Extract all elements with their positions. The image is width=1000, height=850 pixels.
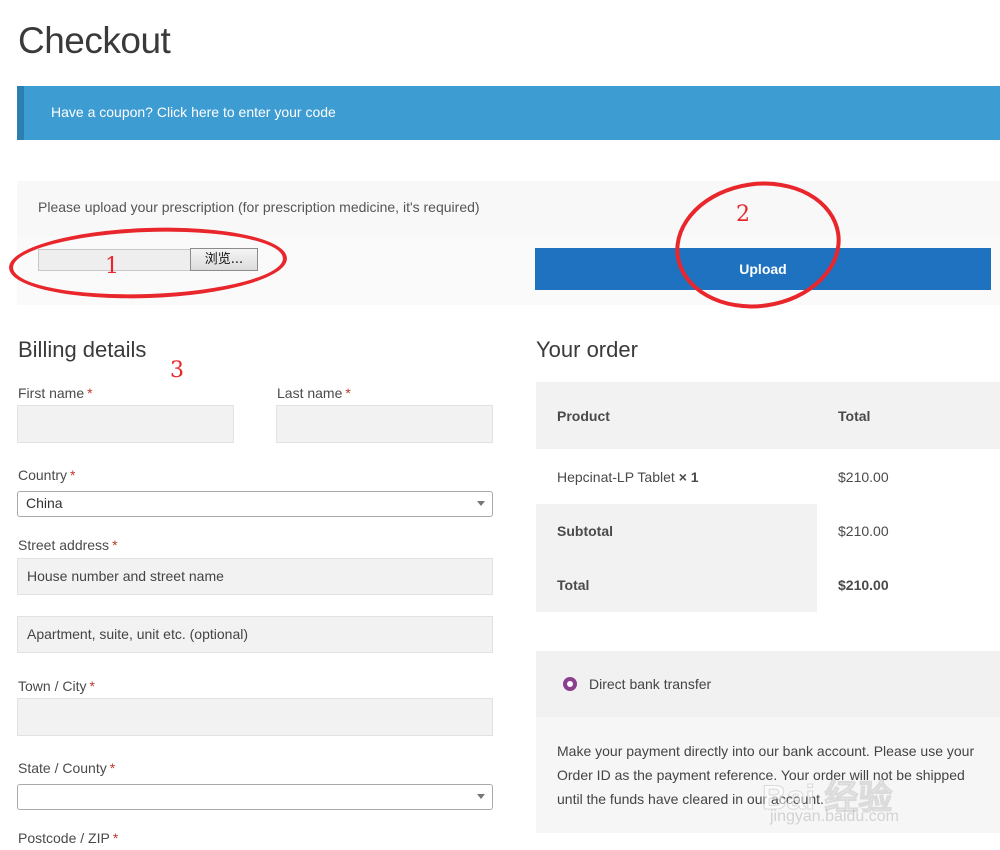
total-label: Total xyxy=(557,577,590,593)
state-label-text: State / County xyxy=(18,760,107,776)
watermark-url: jingyan.baidu.com xyxy=(770,808,899,825)
header-product: Product xyxy=(557,408,610,424)
country-select[interactable]: China xyxy=(17,491,493,517)
street-address-placeholder: House number and street name xyxy=(27,568,224,584)
subtotal-value: $210.00 xyxy=(838,523,889,539)
state-label: State / County * xyxy=(18,760,115,776)
last-name-label: Last name * xyxy=(277,385,351,401)
item-name-text: Hepcinat-LP Tablet xyxy=(557,469,675,485)
required-marker: * xyxy=(89,678,95,694)
order-totals-label-column: Subtotal Total xyxy=(536,504,817,612)
chevron-down-icon xyxy=(477,501,485,506)
order-title: Your order xyxy=(536,337,638,362)
country-select-value: China xyxy=(26,495,63,511)
country-label: Country * xyxy=(18,467,75,483)
country-label-text: Country xyxy=(18,467,68,483)
coupon-link[interactable]: Have a coupon? Click here to enter your … xyxy=(51,104,336,120)
city-label-text: Town / City xyxy=(18,678,87,694)
required-marker: * xyxy=(70,467,76,483)
first-name-label-text: First name xyxy=(18,385,85,401)
billing-title: Billing details xyxy=(18,337,147,362)
item-total: $210.00 xyxy=(838,469,889,485)
required-marker: * xyxy=(109,760,116,776)
annotation-number-1: 1 xyxy=(105,254,119,279)
apartment-input[interactable]: Apartment, suite, unit etc. (optional) xyxy=(17,616,493,653)
street-label-text: Street address xyxy=(18,537,110,553)
first-name-input[interactable] xyxy=(17,405,234,443)
total-value: $210.00 xyxy=(838,577,889,593)
annotation-number-2: 2 xyxy=(736,202,750,227)
street-address-input[interactable]: House number and street name xyxy=(17,558,493,595)
postcode-label: Postcode / ZIP * xyxy=(18,830,118,846)
apartment-placeholder: Apartment, suite, unit etc. (optional) xyxy=(27,626,248,642)
item-name: Hepcinat-LP Tablet × 1 xyxy=(557,469,699,485)
page-title: Checkout xyxy=(18,20,171,61)
city-input[interactable] xyxy=(17,698,493,736)
bank-transfer-label[interactable]: Direct bank transfer xyxy=(589,676,711,692)
last-name-input[interactable] xyxy=(276,405,493,443)
coupon-banner[interactable]: Have a coupon? Click here to enter your … xyxy=(17,86,1000,140)
last-name-label-text: Last name xyxy=(277,385,343,401)
state-select[interactable] xyxy=(17,784,493,810)
postcode-label-text: Postcode / ZIP xyxy=(18,830,110,846)
required-marker: * xyxy=(87,385,93,401)
subtotal-label: Subtotal xyxy=(557,523,613,539)
bank-transfer-radio[interactable] xyxy=(563,677,577,691)
order-item-row: Hepcinat-LP Tablet × 1 $210.00 xyxy=(536,449,1000,504)
street-label: Street address * xyxy=(18,537,118,553)
annotation-number-3: 3 xyxy=(170,358,184,383)
chevron-down-icon xyxy=(477,794,485,799)
required-marker: * xyxy=(345,385,351,401)
required-marker: * xyxy=(112,537,118,553)
first-name-label: First name * xyxy=(18,385,93,401)
item-quantity: × 1 xyxy=(678,469,699,485)
required-marker: * xyxy=(112,830,119,846)
prescription-label: Please upload your prescription (for pre… xyxy=(38,199,480,215)
header-total: Total xyxy=(838,408,871,424)
order-table-header: Product Total xyxy=(536,382,1000,449)
city-label: Town / City * xyxy=(18,678,95,694)
